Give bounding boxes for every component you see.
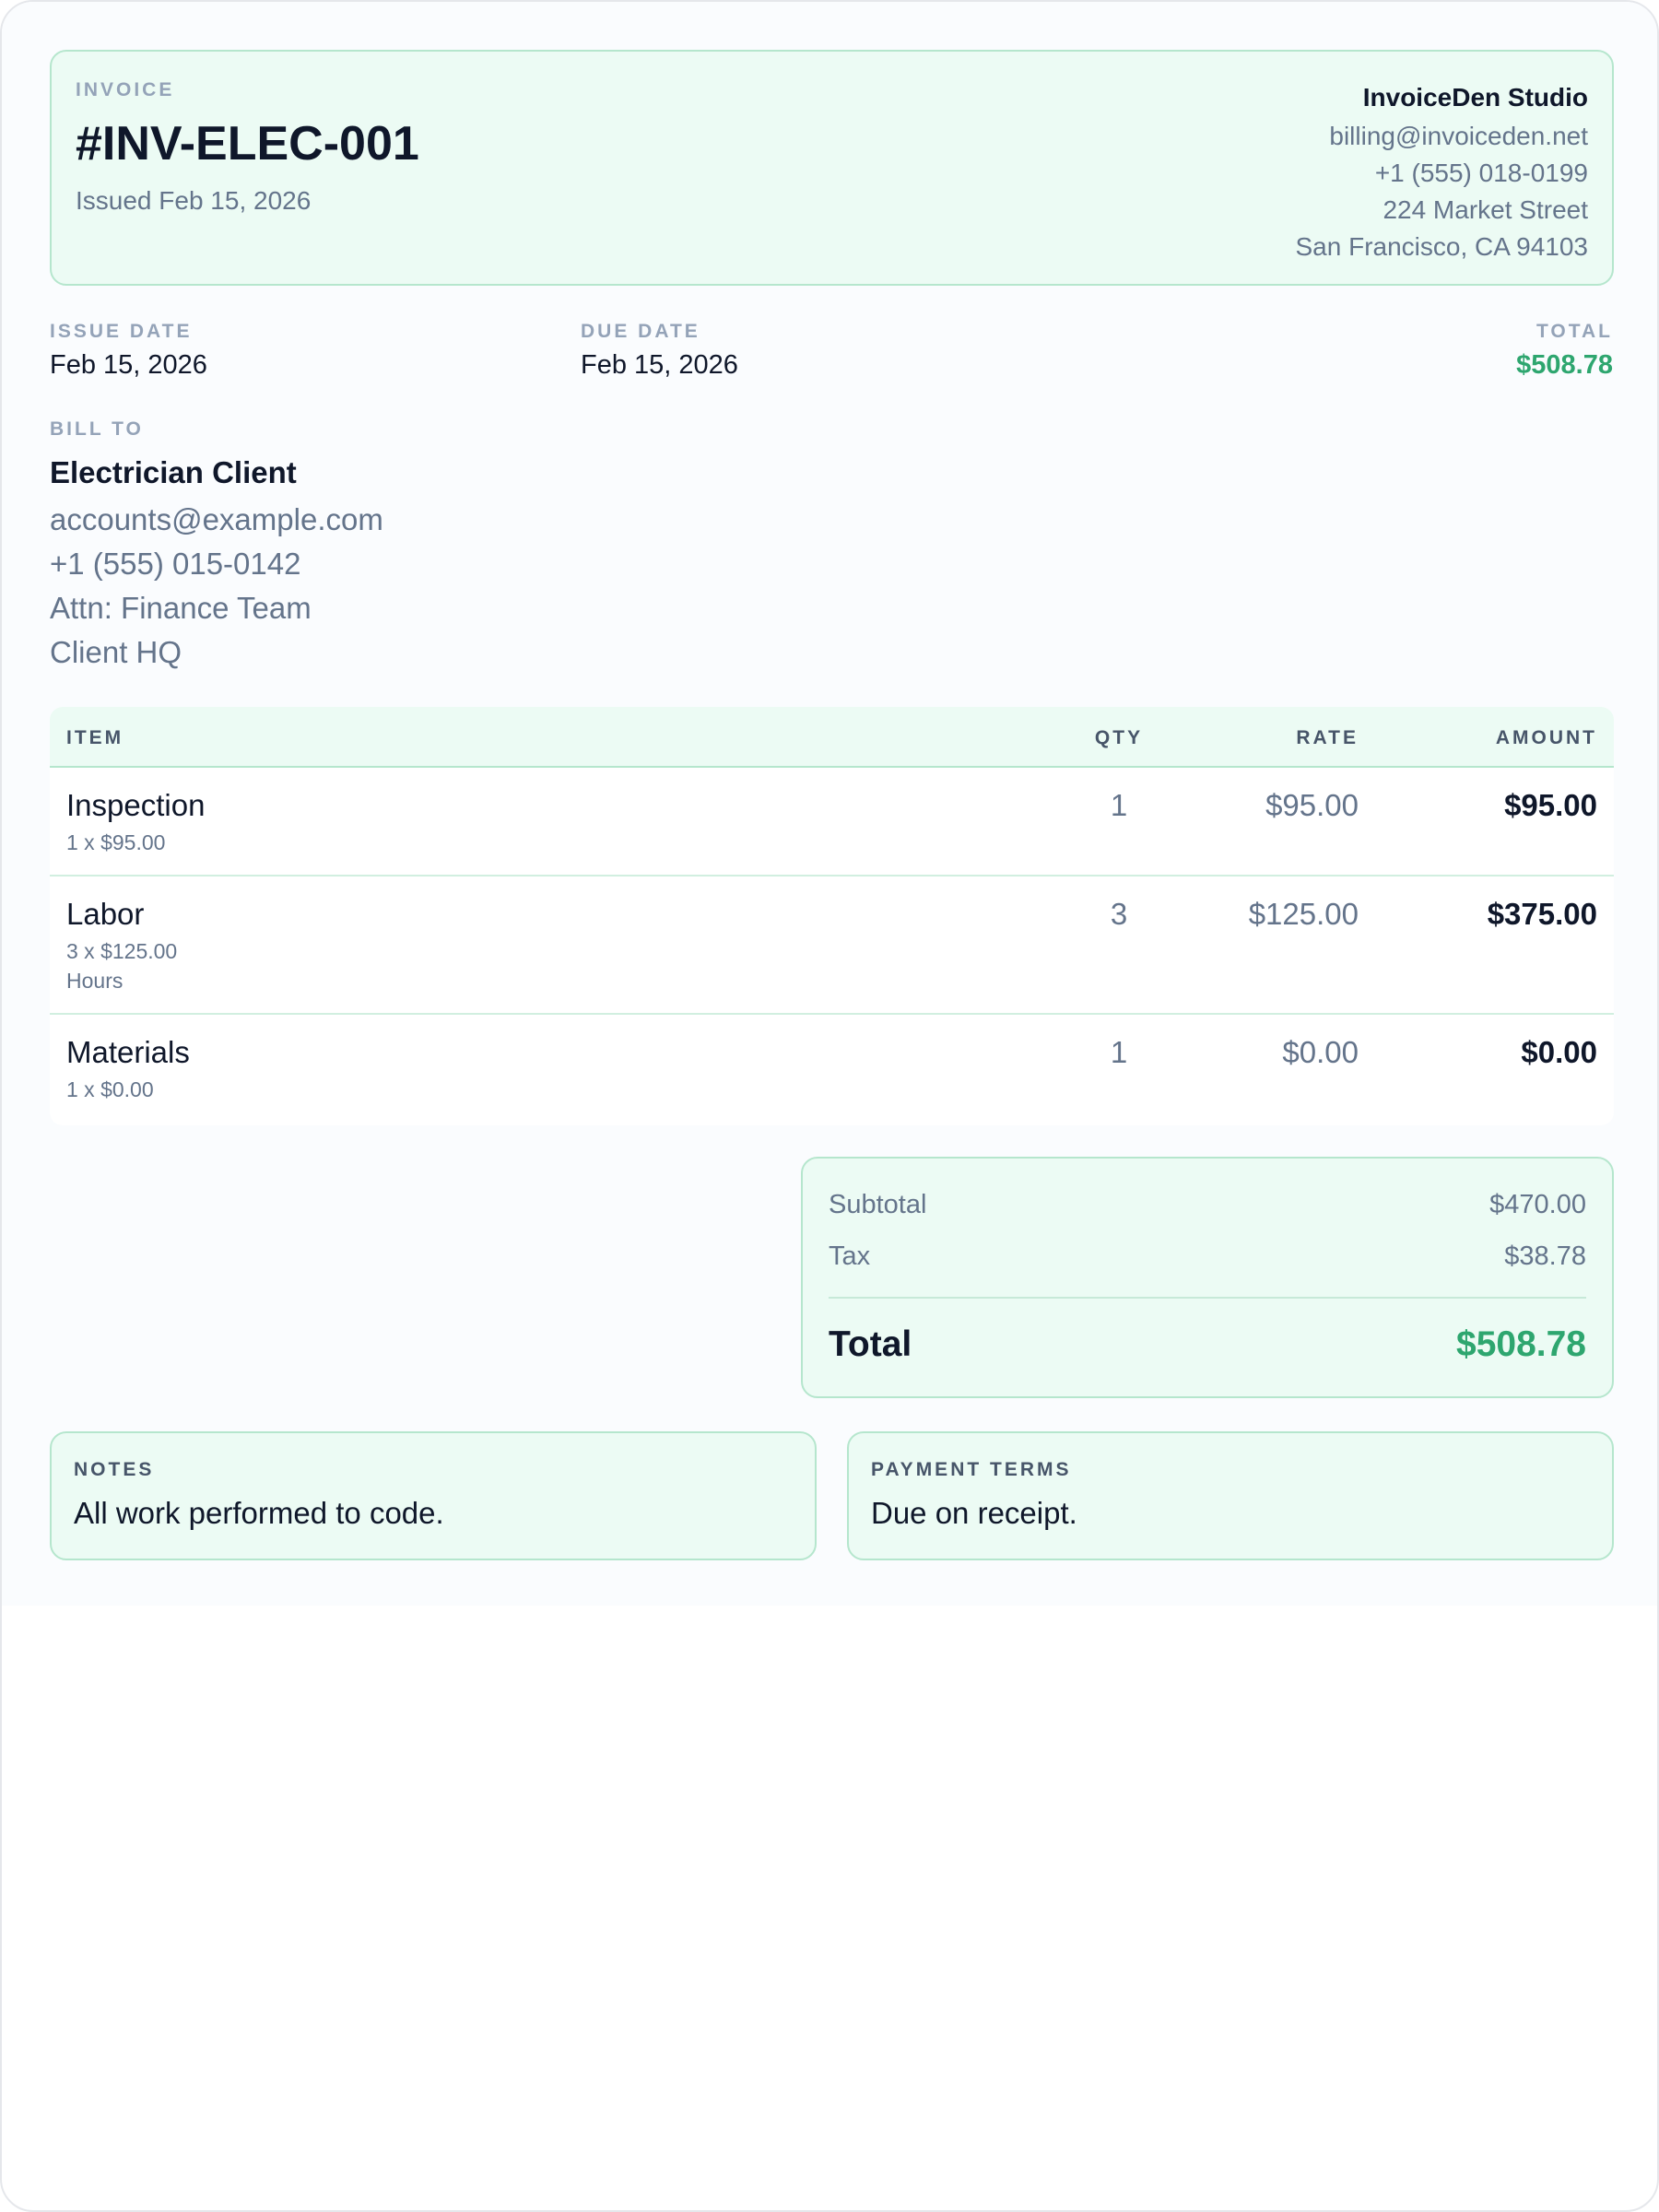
notes-card: NOTES All work performed to code. <box>50 1431 817 1560</box>
notes-label: NOTES <box>74 1459 155 1480</box>
client-details: accounts@example.com +1 (555) 015-0142 A… <box>50 498 383 675</box>
item-qty: 1 <box>1110 788 1128 822</box>
total-label: TOTAL <box>1535 321 1613 342</box>
item-qty: 1 <box>1110 1035 1128 1069</box>
payment-terms-card: PAYMENT TERMS Due on receipt. <box>847 1431 1614 1560</box>
client-email: accounts@example.com <box>50 502 383 536</box>
item-detail: 3 x $125.00 <box>66 939 178 963</box>
payment-terms-body: Due on receipt. <box>871 1496 1077 1530</box>
item-name: Labor <box>66 897 145 931</box>
client-address: Client HQ <box>50 635 182 669</box>
invoice-eyebrow: INVOICE <box>76 79 175 100</box>
company-email: billing@invoiceden.net <box>1329 122 1588 150</box>
totals-divider <box>829 1297 1586 1299</box>
column-header-rate: RATE <box>1296 727 1359 748</box>
client-name: Electrician Client <box>50 455 297 489</box>
column-header-qty: QTY <box>1094 727 1144 748</box>
item-detail: 1 x $0.00 <box>66 1077 154 1101</box>
client-attn: Attn: Finance Team <box>50 591 312 625</box>
issue-date-value: Feb 15, 2026 <box>50 350 207 380</box>
item-amount: $375.00 <box>1487 897 1597 931</box>
company-city: San Francisco, CA 94103 <box>1295 232 1588 261</box>
due-date-label: DUE DATE <box>581 321 700 342</box>
line-items-table: ITEM QTY RATE AMOUNT Inspection 1 x $95.… <box>50 707 1614 1125</box>
company-name: InvoiceDen Studio <box>1362 83 1588 112</box>
payment-terms-label: PAYMENT TERMS <box>871 1459 1072 1480</box>
subtotal-label: Subtotal <box>829 1190 927 1219</box>
column-header-item: ITEM <box>66 727 124 748</box>
due-date-value: Feb 15, 2026 <box>581 350 738 380</box>
item-note: Hours <box>66 969 124 993</box>
item-amount: $0.00 <box>1521 1035 1597 1069</box>
item-rate: $95.00 <box>1265 788 1359 822</box>
item-rate: $125.00 <box>1248 897 1359 931</box>
grand-total-value: $508.78 <box>1456 1324 1586 1364</box>
notes-body: All work performed to code. <box>74 1496 444 1530</box>
issue-date-label: ISSUE DATE <box>50 321 193 342</box>
company-street: 224 Market Street <box>1382 195 1588 224</box>
bill-to-label: BILL TO <box>50 418 144 440</box>
company-info: InvoiceDen Studio billing@invoiceden.net… <box>1295 77 1588 265</box>
tax-label: Tax <box>829 1241 871 1271</box>
invoice-number: #INV-ELEC-001 <box>76 117 419 171</box>
item-name: Materials <box>66 1035 190 1069</box>
company-phone: +1 (555) 018-0199 <box>1374 159 1588 187</box>
column-header-amount: AMOUNT <box>1495 727 1597 748</box>
item-amount: $95.00 <box>1504 788 1597 822</box>
tax-value: $38.78 <box>1504 1241 1586 1271</box>
client-phone: +1 (555) 015-0142 <box>50 547 301 581</box>
grand-total-label: Total <box>829 1324 912 1364</box>
total-value: $508.78 <box>1516 350 1613 380</box>
table-row: Inspection 1 x $95.00 1 $95.00 $95.00 <box>50 768 1614 877</box>
issued-date: Issued Feb 15, 2026 <box>76 186 312 215</box>
item-qty: 3 <box>1110 897 1128 931</box>
item-detail: 1 x $95.00 <box>66 830 166 854</box>
item-name: Inspection <box>66 788 206 822</box>
invoice-sheet: INVOICE #INV-ELEC-001 Issued Feb 15, 202… <box>2 2 1657 1606</box>
table-row: Materials 1 x $0.00 1 $0.00 $0.00 <box>50 1015 1614 1125</box>
table-row: Labor 3 x $125.00 Hours 3 $125.00 $375.0… <box>50 877 1614 1015</box>
totals-summary: Subtotal $470.00 Tax $38.78 Total $508.7… <box>801 1157 1614 1398</box>
invoice-page: INVOICE #INV-ELEC-001 Issued Feb 15, 202… <box>0 0 1659 2212</box>
item-rate: $0.00 <box>1282 1035 1359 1069</box>
subtotal-value: $470.00 <box>1489 1190 1586 1219</box>
table-header: ITEM QTY RATE AMOUNT <box>50 707 1614 768</box>
invoice-header: INVOICE #INV-ELEC-001 Issued Feb 15, 202… <box>50 50 1614 286</box>
